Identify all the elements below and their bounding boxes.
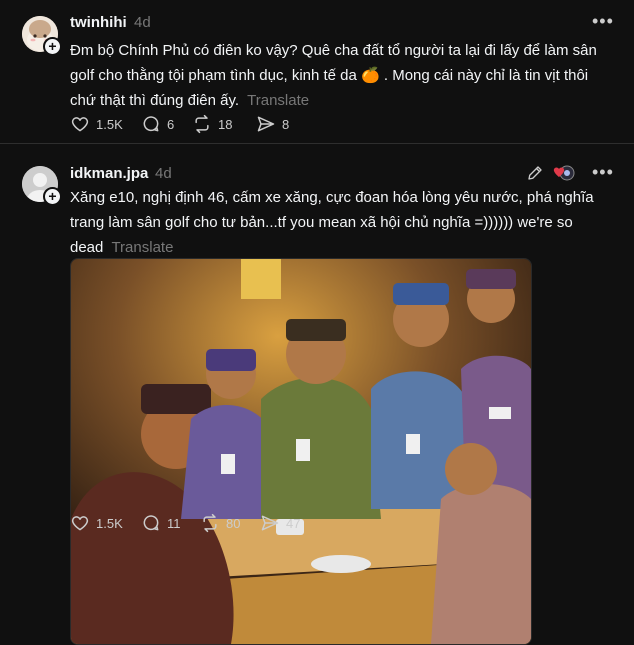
reply-count: 6 [167, 116, 175, 132]
more-icon[interactable]: ••• [592, 163, 614, 181]
like-count: 1.5K [96, 515, 123, 531]
repost-icon [203, 513, 217, 533]
share-button[interactable]: 47 [260, 512, 300, 534]
edit-icon[interactable] [526, 164, 544, 182]
translate-link[interactable]: Translate [247, 92, 309, 109]
repost-button[interactable]: 80 [200, 512, 240, 534]
like-button[interactable]: 1.5K [70, 113, 123, 135]
share-button[interactable]: 8 [256, 113, 289, 135]
post-text-line: trang làm sân golf cho tư bản...tf you m… [70, 214, 573, 231]
post-text-line: dead [70, 239, 104, 256]
post-idkman: + idkman.jpa 4d ••• Xăng e10, nghị định … [0, 144, 634, 645]
post-text-line: golf cho thằng tội phạm tình dục, kinh t… [70, 67, 589, 84]
share-icon [261, 515, 279, 531]
share-count: 8 [282, 116, 290, 132]
reply-button[interactable]: 11 [141, 512, 181, 534]
post-image[interactable] [70, 258, 532, 645]
post-text-line: chứ thật thì đúng điên ấy. [70, 92, 240, 109]
share-count: 47 [286, 515, 301, 531]
follow-plus-icon[interactable]: + [43, 37, 62, 56]
repost-button[interactable]: 18 [192, 113, 232, 135]
post-text: Đm bộ Chính Phủ có điên ko vậy? Quê cha … [70, 38, 630, 113]
username[interactable]: twinhihi [70, 14, 127, 31]
action-bar: 1.5K 11 80 47 [70, 512, 370, 534]
more-icon[interactable]: ••• [592, 12, 614, 30]
share-icon [257, 116, 275, 132]
reply-count: 11 [167, 515, 181, 531]
post-text-line: Đm bộ Chính Phủ có điên ko vậy? Quê cha … [70, 42, 597, 59]
username[interactable]: idkman.jpa [70, 165, 148, 182]
repost-count: 18 [218, 116, 233, 132]
comment-icon [143, 515, 159, 531]
post-text-line: Xăng e10, nghị định 46, cấm xe xăng, cực… [70, 189, 594, 206]
translate-link[interactable]: Translate [111, 239, 173, 256]
heart-icon [71, 516, 89, 531]
post-text: Xăng e10, nghị định 46, cấm xe xăng, cực… [70, 185, 630, 260]
post-twinhihi: + twinhihi 4d ••• Đm bộ Chính Phủ có điê… [0, 0, 634, 142]
post-time[interactable]: 4d [155, 165, 172, 182]
follow-plus-icon[interactable]: + [43, 187, 62, 206]
like-button[interactable]: 1.5K [70, 512, 123, 534]
badge-icon[interactable] [553, 164, 575, 182]
comment-icon [143, 116, 159, 132]
repost-count: 80 [226, 515, 241, 531]
post-time[interactable]: 4d [134, 14, 151, 31]
repost-icon [195, 114, 209, 134]
like-count: 1.5K [96, 116, 123, 132]
reply-button[interactable]: 6 [141, 113, 174, 135]
heart-icon [71, 117, 89, 132]
action-bar: 1.5K 6 18 8 [70, 113, 370, 135]
